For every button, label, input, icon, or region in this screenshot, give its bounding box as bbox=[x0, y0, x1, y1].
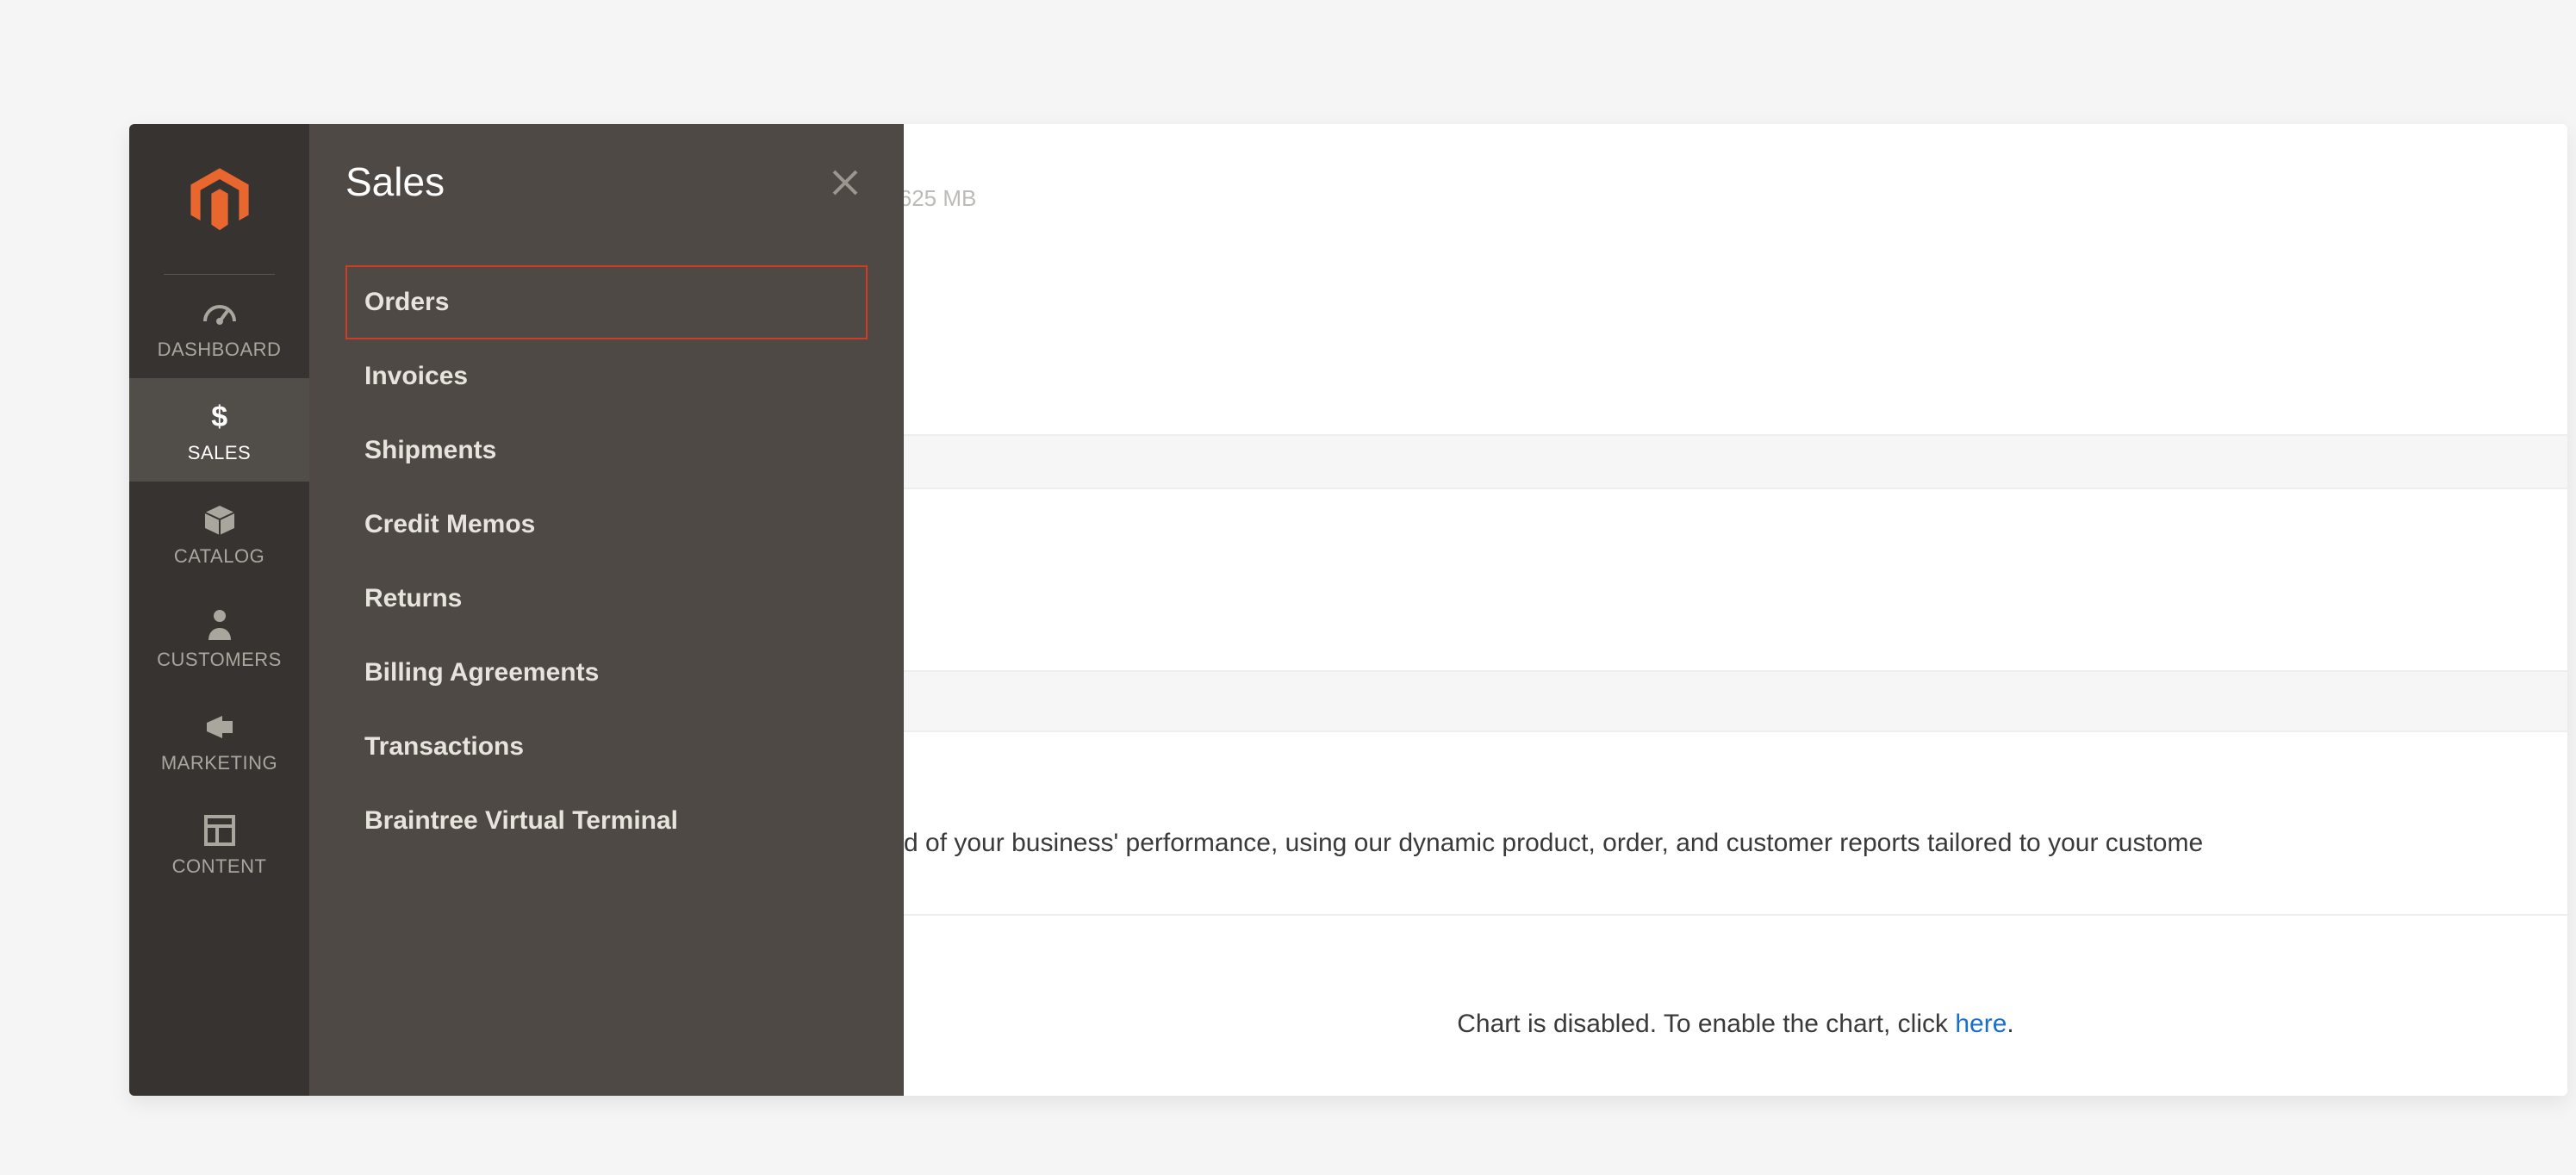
dollar-icon: $ bbox=[202, 399, 238, 435]
svg-text:$: $ bbox=[211, 401, 227, 433]
layout-icon bbox=[202, 812, 238, 849]
sidebar-item-label: DASHBOARD bbox=[158, 339, 282, 361]
magento-logo-icon bbox=[185, 165, 254, 234]
box-icon bbox=[202, 502, 238, 538]
flyout-item-returns[interactable]: Returns bbox=[345, 562, 868, 636]
memory-line2: emory usage: 625 MB bbox=[904, 185, 976, 212]
sales-flyout: Sales Orders Invoices Shipments Credit M… bbox=[309, 124, 904, 1096]
megaphone-icon bbox=[202, 709, 238, 745]
sidebar-item-dashboard[interactable]: DASHBOARD bbox=[129, 275, 309, 378]
flyout-item-label: Orders bbox=[364, 288, 449, 316]
memory-stats: s table pl emory usage: 625 MB bbox=[904, 159, 976, 212]
flyout-item-orders[interactable]: Orders bbox=[345, 265, 868, 339]
app-window: DASHBOARD $ SALES CATALOG CUSTOMERS MARK… bbox=[129, 124, 2567, 1096]
flyout-item-label: Shipments bbox=[364, 436, 496, 464]
sidebar-item-sales[interactable]: $ SALES bbox=[129, 378, 309, 482]
flyout-items: Orders Invoices Shipments Credit Memos R… bbox=[345, 265, 868, 858]
flyout-item-shipments[interactable]: Shipments bbox=[345, 413, 868, 488]
flyout-item-billing-agreements[interactable]: Billing Agreements bbox=[345, 636, 868, 710]
admin-sidebar: DASHBOARD $ SALES CATALOG CUSTOMERS MARK… bbox=[129, 124, 309, 1096]
flyout-item-label: Credit Memos bbox=[364, 510, 535, 538]
close-icon bbox=[831, 168, 860, 197]
flyout-close-button[interactable] bbox=[828, 165, 862, 200]
period: . bbox=[2007, 1010, 2013, 1038]
flyout-item-label: Billing Agreements bbox=[364, 658, 599, 687]
logo-wrap bbox=[129, 124, 309, 275]
gauge-icon bbox=[202, 295, 238, 332]
flyout-item-label: Transactions bbox=[364, 732, 524, 761]
chart-disabled-text: Chart is disabled. To enable the chart, … bbox=[1457, 1010, 1955, 1038]
flyout-item-label: Invoices bbox=[364, 362, 468, 390]
enable-chart-link[interactable]: here bbox=[1955, 1010, 2007, 1038]
divider bbox=[904, 914, 2567, 916]
sidebar-item-marketing[interactable]: MARKETING bbox=[129, 688, 309, 792]
main-content: s table pl emory usage: 625 MB d of your… bbox=[904, 124, 2567, 1096]
person-icon bbox=[202, 606, 238, 642]
sidebar-item-label: CONTENT bbox=[172, 855, 267, 878]
sidebar-item-customers[interactable]: CUSTOMERS bbox=[129, 585, 309, 688]
description-text: d of your business' performance, using o… bbox=[904, 829, 2203, 857]
flyout-item-braintree[interactable]: Braintree Virtual Terminal bbox=[345, 784, 868, 858]
flyout-item-transactions[interactable]: Transactions bbox=[345, 710, 868, 784]
flyout-item-invoices[interactable]: Invoices bbox=[345, 339, 868, 413]
chart-disabled-notice: Chart is disabled. To enable the chart, … bbox=[904, 1010, 2567, 1039]
sidebar-item-content[interactable]: CONTENT bbox=[129, 792, 309, 895]
sidebar-item-catalog[interactable]: CATALOG bbox=[129, 482, 309, 585]
sidebar-item-label: SALES bbox=[188, 442, 251, 464]
flyout-title: Sales bbox=[345, 159, 868, 205]
section-band bbox=[904, 670, 2567, 732]
sidebar-item-label: CUSTOMERS bbox=[157, 649, 282, 671]
section-band bbox=[904, 434, 2567, 489]
bi-description: d of your business' performance, using o… bbox=[904, 829, 2567, 858]
flyout-item-label: Braintree Virtual Terminal bbox=[364, 806, 678, 835]
flyout-item-credit-memos[interactable]: Credit Memos bbox=[345, 488, 868, 562]
memory-line1: s table pl bbox=[904, 159, 976, 185]
flyout-item-label: Returns bbox=[364, 584, 462, 612]
sidebar-item-label: CATALOG bbox=[174, 545, 264, 568]
sidebar-item-label: MARKETING bbox=[161, 752, 277, 774]
